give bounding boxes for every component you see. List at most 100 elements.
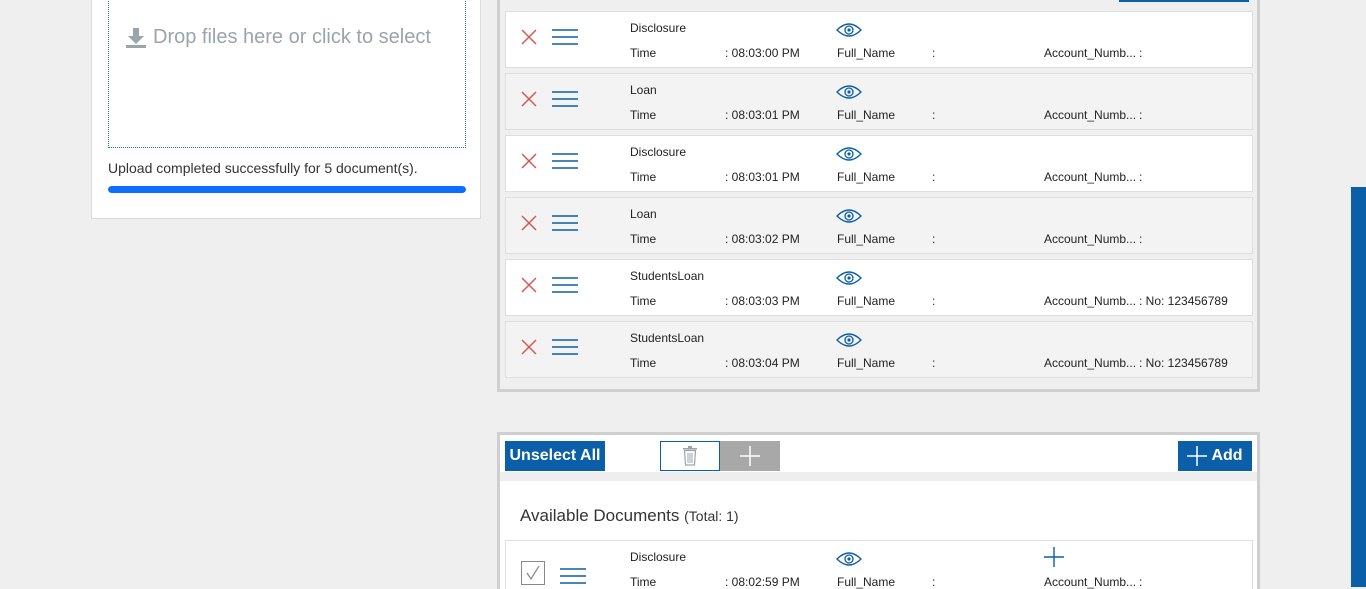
add-selected-button[interactable] [720,441,780,471]
time-label: Time [630,108,657,122]
account-number-value: : No: 123456789 [1139,294,1228,308]
full-name-label: Full_Name [837,170,896,184]
full-name-value: : [932,356,936,370]
eye-icon[interactable] [836,208,862,224]
upload-status: Upload completed successfully for 5 docu… [108,160,418,176]
plus-icon[interactable] [1044,547,1064,567]
plus-icon [1187,446,1208,466]
add-document-button[interactable]: Add [1178,441,1252,471]
available-documents-panel: Unselect All Add Available Documents (To… [497,432,1260,589]
delete-selected-button[interactable] [660,441,720,471]
time-label: Time [630,294,657,308]
time-value: : 08:03:04 PM [725,356,800,370]
available-documents-title: Available Documents (Total: 1) [520,506,739,526]
account-number-label: Account_Numb... [1044,294,1137,308]
document-name: StudentsLoan [630,269,705,283]
document-row[interactable]: Disclosure Time : 08:03:01 PM Full_Name … [505,135,1253,192]
x-icon[interactable] [520,214,538,232]
time-value: : 08:03:01 PM [725,108,800,122]
document-name: Disclosure [630,21,687,35]
full-name-value: : [932,170,936,184]
eye-icon[interactable] [836,551,862,567]
available-count: (Total: 1) [684,508,739,524]
full-name-value: : [932,294,936,308]
eye-icon[interactable] [836,332,862,348]
account-number-label: Account_Numb... [1044,356,1137,370]
account-number-label: Account_Numb... [1044,170,1137,184]
available-toolbar: Unselect All Add [500,435,1257,481]
menu-icon[interactable] [552,338,578,356]
account-number-value: : [1139,232,1143,246]
x-icon[interactable] [520,28,538,46]
time-label: Time [630,46,657,60]
full-name-value: : [932,46,936,60]
full-name-value: : [932,575,936,589]
full-name-value: : [932,232,936,246]
eye-icon[interactable] [836,84,862,100]
document-name: StudentsLoan [630,331,705,345]
account-number-label: Account_Numb... [1044,575,1137,589]
document-row[interactable]: Loan Time : 08:03:02 PM Full_Name : Acco… [505,197,1253,254]
time-value: : 08:03:03 PM [725,294,800,308]
menu-icon[interactable] [552,152,578,170]
upload-progress-bar [108,186,466,193]
document-row[interactable]: StudentsLoan Time : 08:03:03 PM Full_Nam… [505,259,1253,316]
x-icon[interactable] [520,338,538,356]
download-icon [126,27,146,48]
account-number-label: Account_Numb... [1044,108,1137,122]
time-value: : 08:02:59 PM [725,575,800,589]
full-name-label: Full_Name [837,356,896,370]
toolbar-button-edge[interactable] [1119,0,1249,2]
menu-icon[interactable] [552,214,578,232]
checkbox-icon[interactable] [521,561,545,585]
document-name: Loan [630,83,657,97]
document-list-panel: Disclosure Time : 08:03:00 PM Full_Name … [497,0,1260,392]
eye-icon[interactable] [836,270,862,286]
x-icon[interactable] [520,90,538,108]
time-label: Time [630,356,657,370]
document-row[interactable]: Loan Time : 08:03:01 PM Full_Name : Acco… [505,73,1253,130]
available-title-text: Available Documents [520,506,680,525]
dropzone-label[interactable]: Drop files here or click to select [125,26,431,49]
dropzone-text: Drop files here or click to select [153,26,431,48]
upload-progress-fill [108,186,466,193]
time-label: Time [630,170,657,184]
available-document-row[interactable]: Disclosure Time : 08:02:59 PM Full_Name … [505,540,1253,589]
x-icon[interactable] [520,276,538,294]
full-name-label: Full_Name [837,232,896,246]
document-name: Loan [630,207,657,221]
account-number-label: Account_Numb... [1044,232,1137,246]
time-value: : 08:03:02 PM [725,232,800,246]
document-name: Disclosure [630,550,687,564]
full-name-label: Full_Name [837,46,896,60]
menu-icon[interactable] [552,28,578,46]
document-name: Disclosure [630,145,687,159]
full-name-label: Full_Name [837,294,896,308]
time-label: Time [630,232,657,246]
file-dropzone[interactable]: Drop files here or click to select [108,0,466,148]
account-number-value: : No: 123456789 [1139,356,1228,370]
eye-icon[interactable] [836,22,862,38]
time-value: : 08:03:00 PM [725,46,800,60]
x-icon[interactable] [520,152,538,170]
account-number-label: Account_Numb... [1044,46,1137,60]
time-label: Time [630,575,657,589]
account-number-value: : [1139,108,1143,122]
document-row[interactable]: StudentsLoan Time : 08:03:04 PM Full_Nam… [505,321,1253,378]
account-number-value: : [1139,46,1143,60]
account-number-value: : [1139,575,1143,589]
menu-icon[interactable] [560,567,586,585]
document-row[interactable]: Disclosure Time : 08:03:00 PM Full_Name … [505,11,1253,68]
account-number-value: : [1139,170,1143,184]
scroll-side-bar[interactable] [1351,187,1366,587]
eye-icon[interactable] [836,146,862,162]
add-button-label: Add [1211,447,1243,464]
unselect-all-button[interactable]: Unselect All [505,441,605,471]
full-name-label: Full_Name [837,108,896,122]
full-name-value: : [932,108,936,122]
menu-icon[interactable] [552,276,578,294]
upload-panel: Drop files here or click to select Uploa… [91,0,481,219]
menu-icon[interactable] [552,90,578,108]
trash-icon [683,446,697,466]
full-name-label: Full_Name [837,575,896,589]
